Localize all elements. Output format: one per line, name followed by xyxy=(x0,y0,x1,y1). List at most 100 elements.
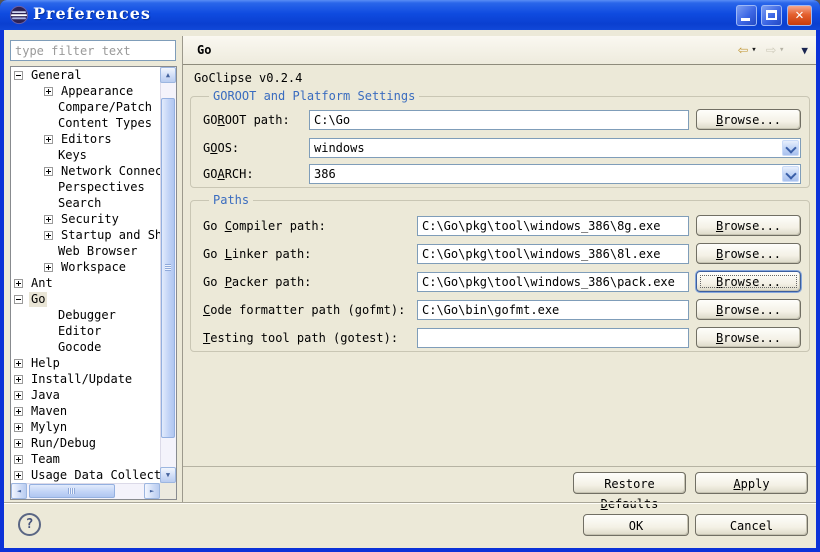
scroll-left-button[interactable]: ◄ xyxy=(11,483,27,499)
tree-item-label: General xyxy=(29,68,84,83)
tree-horizontal-scrollbar[interactable]: ◄ ► xyxy=(11,483,160,499)
goroot-path-field[interactable] xyxy=(309,110,689,130)
forward-icon[interactable]: ⇨ xyxy=(766,42,776,59)
cancel-button[interactable]: Cancel xyxy=(695,514,808,536)
tree-item-label: Install/Update xyxy=(29,372,134,387)
tree-item-run-debug[interactable]: Run/Debug xyxy=(11,435,160,451)
back-menu-chevron-icon[interactable]: ▾ xyxy=(751,45,756,55)
plus-box-icon[interactable] xyxy=(14,471,23,480)
plus-box-icon[interactable] xyxy=(14,391,23,400)
tree-item-keys[interactable]: Keys xyxy=(11,147,160,163)
plus-box-icon[interactable] xyxy=(44,87,53,96)
tree-item-compare-patch[interactable]: Compare/Patch xyxy=(11,99,160,115)
tree-item-team[interactable]: Team xyxy=(11,451,160,467)
plus-box-icon[interactable] xyxy=(44,231,53,240)
view-menu-icon[interactable]: ▼ xyxy=(801,44,808,57)
tree-item-maven[interactable]: Maven xyxy=(11,403,160,419)
tree-item-workspace[interactable]: Workspace xyxy=(11,259,160,275)
plus-box-icon[interactable] xyxy=(14,455,23,464)
tree-item-label: Web Browser xyxy=(56,244,139,259)
preferences-tree: GeneralAppearanceCompare/PatchContent Ty… xyxy=(11,67,160,483)
scroll-down-icon: ▼ xyxy=(166,471,170,479)
plus-box-icon[interactable] xyxy=(14,375,23,384)
packer-browse-button[interactable]: Browse... xyxy=(696,271,801,292)
plus-box-icon[interactable] xyxy=(44,135,53,144)
tree-item-appearance[interactable]: Appearance xyxy=(11,83,160,99)
minus-box-icon[interactable] xyxy=(14,71,23,80)
linker-path-field[interactable] xyxy=(417,244,689,264)
tree-item-label: Maven xyxy=(29,404,69,419)
gotest-browse-button[interactable]: Browse... xyxy=(696,327,801,348)
dropdown-arrow-icon[interactable] xyxy=(782,140,799,156)
scroll-down-button[interactable]: ▼ xyxy=(160,467,176,483)
tree-item-general[interactable]: General xyxy=(11,67,160,83)
back-icon[interactable]: ⇦ xyxy=(738,42,748,59)
plus-box-icon[interactable] xyxy=(14,407,23,416)
tree-item-editors[interactable]: Editors xyxy=(11,131,160,147)
tree-item-web-browser[interactable]: Web Browser xyxy=(11,243,160,259)
tree-item-gocode[interactable]: Gocode xyxy=(11,339,160,355)
tree-item-label: Run/Debug xyxy=(29,436,98,451)
tree-item-editor[interactable]: Editor xyxy=(11,323,160,339)
goos-combo[interactable]: windows xyxy=(309,138,801,158)
compiler-path-field[interactable] xyxy=(417,216,689,236)
scroll-right-button[interactable]: ► xyxy=(144,483,160,499)
gotest-path-label: Testing tool path (gotest): xyxy=(203,328,398,348)
plus-box-icon[interactable] xyxy=(14,439,23,448)
gofmt-path-field[interactable] xyxy=(417,300,689,320)
restore-defaults-button[interactable]: Restore Defaults xyxy=(573,472,686,494)
pane-separator xyxy=(182,36,183,502)
tree-item-label: Keys xyxy=(56,148,89,163)
tree-item-install-update[interactable]: Install/Update xyxy=(11,371,160,387)
tree-item-java[interactable]: Java xyxy=(11,387,160,403)
tree-item-startup-and-shu[interactable]: Startup and Shu xyxy=(11,227,160,243)
eclipse-logo-icon xyxy=(9,5,29,25)
dropdown-arrow-icon[interactable] xyxy=(782,166,799,182)
packer-path-field[interactable] xyxy=(417,272,689,292)
tree-item-help[interactable]: Help xyxy=(11,355,160,371)
help-icon: ? xyxy=(26,517,34,532)
group-title: GOROOT and Platform Settings xyxy=(209,89,419,103)
tree-item-label: Search xyxy=(56,196,103,211)
tree-vertical-scrollbar[interactable]: ▲ ▼ xyxy=(160,67,176,483)
gotest-path-field[interactable] xyxy=(417,328,689,348)
vertical-scroll-thumb[interactable] xyxy=(161,98,175,438)
goarch-combo[interactable]: 386 xyxy=(309,164,801,184)
titlebar: Preferences ✕ xyxy=(0,0,820,30)
tree-item-perspectives[interactable]: Perspectives xyxy=(11,179,160,195)
page-nav: ⇦ ▾ ⇨ ▾ ▼ xyxy=(738,36,808,64)
tree-item-mylyn[interactable]: Mylyn xyxy=(11,419,160,435)
tree-item-label: Team xyxy=(29,452,62,467)
tree-item-ant[interactable]: Ant xyxy=(11,275,160,291)
tree-item-debugger[interactable]: Debugger xyxy=(11,307,160,323)
linker-browse-button[interactable]: Browse... xyxy=(696,243,801,264)
scroll-up-button[interactable]: ▲ xyxy=(160,67,176,83)
horizontal-scroll-thumb[interactable] xyxy=(29,484,115,498)
packer-path-label: Go Packer path: xyxy=(203,272,311,292)
maximize-button[interactable] xyxy=(761,5,782,26)
tree-item-security[interactable]: Security xyxy=(11,211,160,227)
tree-item-content-types[interactable]: Content Types xyxy=(11,115,160,131)
tree-item-search[interactable]: Search xyxy=(11,195,160,211)
filter-input[interactable] xyxy=(10,40,176,61)
plus-box-icon[interactable] xyxy=(14,279,23,288)
tree-item-usage-data-collect[interactable]: Usage Data Collect xyxy=(11,467,160,483)
plus-box-icon[interactable] xyxy=(44,215,53,224)
plus-box-icon[interactable] xyxy=(14,359,23,368)
tree-item-label: Startup and Shu xyxy=(59,228,160,243)
help-button[interactable]: ? xyxy=(18,513,41,536)
gofmt-browse-button[interactable]: Browse... xyxy=(696,299,801,320)
scroll-up-icon: ▲ xyxy=(166,71,170,79)
compiler-browse-button[interactable]: Browse... xyxy=(696,215,801,236)
close-button[interactable]: ✕ xyxy=(787,5,812,26)
apply-button[interactable]: Apply xyxy=(695,472,808,494)
plus-box-icon[interactable] xyxy=(44,167,53,176)
minus-box-icon[interactable] xyxy=(14,295,23,304)
goroot-browse-button[interactable]: Browse... xyxy=(696,109,801,130)
plus-box-icon[interactable] xyxy=(14,423,23,432)
tree-item-go[interactable]: Go xyxy=(11,291,160,307)
tree-item-network-connect[interactable]: Network Connect xyxy=(11,163,160,179)
ok-button[interactable]: OK xyxy=(583,514,689,536)
minimize-button[interactable] xyxy=(736,5,757,26)
plus-box-icon[interactable] xyxy=(44,263,53,272)
